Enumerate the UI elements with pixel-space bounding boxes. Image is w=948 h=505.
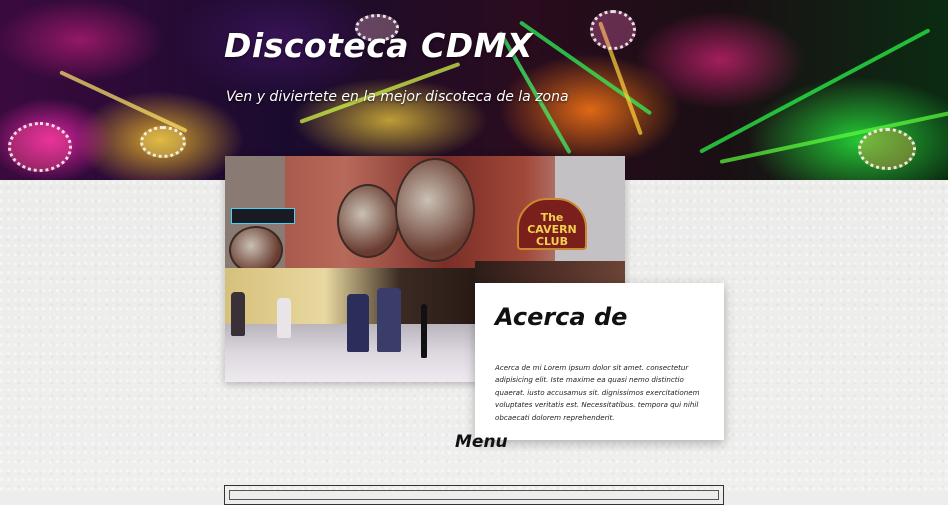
laser-beam — [59, 70, 188, 133]
about-heading: Acerca de — [495, 303, 628, 331]
site-title: Discoteca CDMX — [224, 26, 533, 65]
about-card: Acerca de Acerca de mi Lorem ipsum dolor… — [475, 283, 724, 440]
disco-ball — [8, 122, 72, 172]
club-sign: The CAVERN CLUB — [517, 198, 587, 250]
about-body: Acerca de mi Lorem ipsum dolor sit amet.… — [495, 363, 700, 422]
disco-ball — [590, 10, 636, 50]
disco-ball — [858, 128, 916, 170]
menu-heading: Menu — [455, 432, 508, 452]
disco-ball — [140, 126, 186, 158]
site-tagline: Ven y diviertete en la mejor discoteca d… — [226, 89, 569, 105]
header-banner: Discoteca CDMX Ven y diviertete en la me… — [0, 0, 948, 180]
